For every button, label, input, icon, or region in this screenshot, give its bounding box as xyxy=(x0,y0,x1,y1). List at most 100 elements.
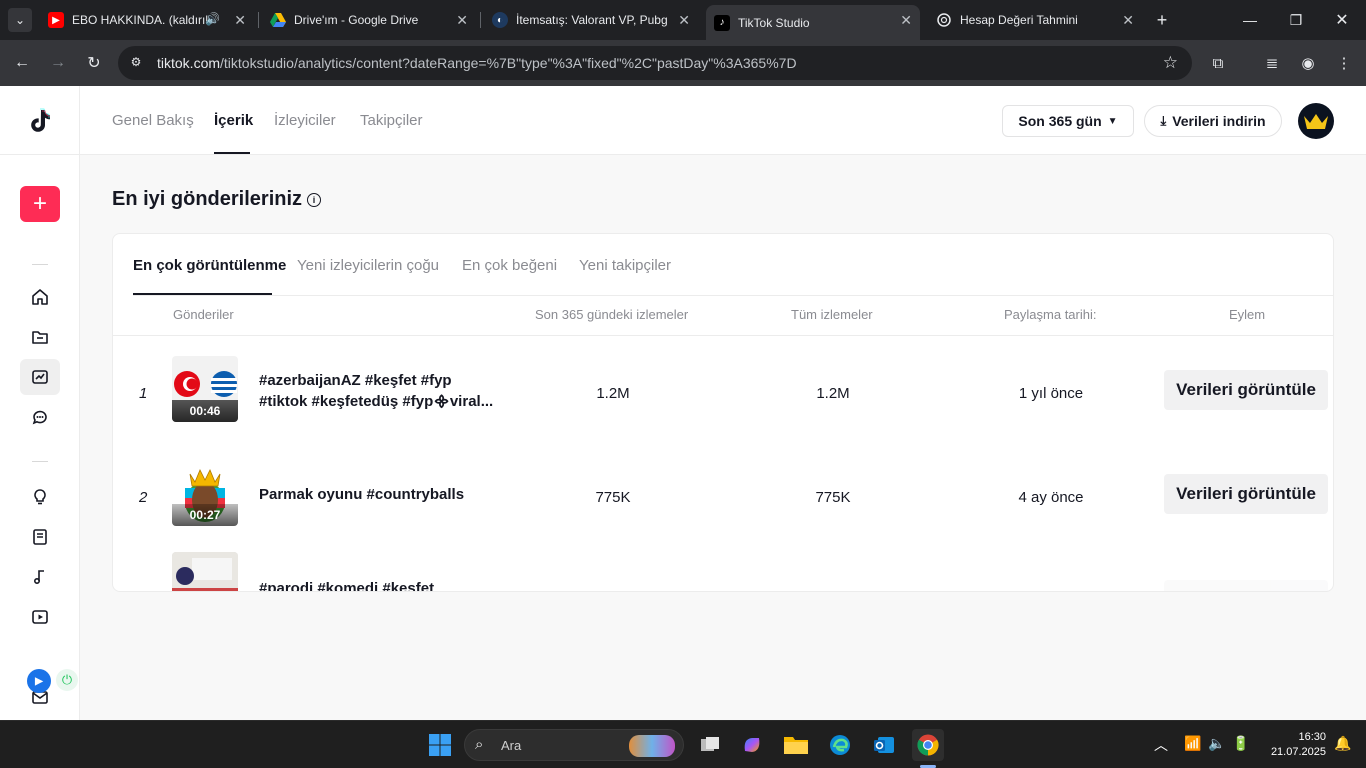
comments-icon[interactable] xyxy=(20,399,60,435)
browser-tab-bar: ⌄ ▶ EBO HAKKINDA. (kaldırıl 🔊 ✕ Drive'ım… xyxy=(0,0,1366,40)
post-title[interactable]: Parmak oyunu #countryballs xyxy=(259,484,499,505)
tiktok-studio-app: + Genel Bakış İçerik İzleyiciler Takipçi… xyxy=(0,86,1366,720)
post-thumbnail[interactable]: 00:27 xyxy=(172,460,238,526)
top-posts-card: En çok görüntülenme Yeni izleyicilerin ç… xyxy=(112,233,1334,592)
page-header: Genel Bakış İçerik İzleyiciler Takipçile… xyxy=(80,86,1366,155)
shared-date-value: 1 yıl önce xyxy=(1018,385,1084,402)
view-data-button[interactable]: Verileri görüntüle xyxy=(1164,474,1328,514)
analytics-icon[interactable] xyxy=(20,359,60,395)
browser-tab-google-drive[interactable]: Drive'ım - Google Drive ✕ xyxy=(262,5,476,35)
close-tab-icon[interactable]: ✕ xyxy=(234,12,246,29)
notification-icon[interactable]: 🔔 xyxy=(1334,735,1351,752)
browser-tab-youtube[interactable]: ▶ EBO HAKKINDA. (kaldırıl 🔊 ✕ xyxy=(40,5,254,35)
home-icon[interactable] xyxy=(20,279,60,315)
task-view-icon[interactable] xyxy=(694,729,726,761)
views-365-value: 775K xyxy=(595,489,631,506)
column-header-posts: Gönderiler xyxy=(173,307,234,322)
tab-most-likes[interactable]: En çok beğeni xyxy=(462,257,557,274)
video-play-icon[interactable] xyxy=(20,599,60,635)
close-window-button[interactable]: ✕ xyxy=(1330,8,1354,32)
browser-toolbar: ← → ↻ ⚙ tiktok.com/tiktokstudio/analytic… xyxy=(0,40,1366,86)
address-bar[interactable]: ⚙ tiktok.com/tiktokstudio/analytics/cont… xyxy=(118,46,1192,80)
minimize-button[interactable]: — xyxy=(1238,8,1262,32)
rank-number: 2 xyxy=(139,489,148,506)
battery-icon[interactable]: 🔋 xyxy=(1232,735,1249,752)
close-tab-icon[interactable]: ✕ xyxy=(678,12,690,29)
tab-viewers[interactable]: İzleyiciler xyxy=(274,112,336,129)
outlook-icon[interactable] xyxy=(868,729,900,761)
sidebar: + xyxy=(0,86,80,720)
site-info-icon[interactable]: ⚙ xyxy=(128,55,144,71)
download-label: Verileri indirin xyxy=(1172,113,1266,129)
browser-tab-itemsatis[interactable]: ◐ İtemsatış: Valorant VP, Pubg ✕ xyxy=(484,5,698,35)
power-icon[interactable]: ⏻ xyxy=(56,669,78,691)
avatar[interactable] xyxy=(1298,103,1334,139)
file-explorer-icon[interactable] xyxy=(780,729,812,761)
shared-date-value: 4 ay önce xyxy=(1018,489,1084,506)
tab-followers[interactable]: Takipçiler xyxy=(360,112,423,129)
windows-start-icon[interactable] xyxy=(424,729,456,761)
info-icon[interactable]: i xyxy=(307,193,321,207)
views-all-value: 775K xyxy=(815,489,851,506)
url-text[interactable]: tiktok.com/tiktokstudio/analytics/conten… xyxy=(157,55,797,71)
views-all-value: 1.2M xyxy=(816,385,850,402)
maximize-button[interactable]: ❐ xyxy=(1284,8,1308,32)
taskbar-search-input[interactable]: ⌕ Ara xyxy=(464,729,684,761)
table-row: #parodi #komedi #keşfet Verileri görüntü… xyxy=(113,536,1333,591)
close-tab-icon[interactable]: ✕ xyxy=(456,12,468,29)
active-tab-indicator xyxy=(214,152,250,154)
tab-most-new-viewers[interactable]: Yeni izleyicilerin çoğu xyxy=(297,257,439,274)
media-controls-icon[interactable]: ≣ xyxy=(1260,51,1284,75)
browser-tab-tiktok-studio[interactable]: ♪ TikTok Studio ✕ xyxy=(706,5,920,40)
upload-button[interactable]: + xyxy=(20,186,60,222)
date-range-label: Son 365 gün xyxy=(1018,113,1102,129)
tab-new-followers[interactable]: Yeni takipçiler xyxy=(579,257,671,274)
tab-search-button[interactable]: ⌄ xyxy=(8,8,32,32)
wifi-icon[interactable]: 📶 xyxy=(1184,735,1201,752)
post-thumbnail[interactable]: 00:46 xyxy=(172,356,238,422)
inspiration-bulb-icon[interactable] xyxy=(20,479,60,515)
post-title[interactable]: #azerbaijanAZ #keşfet #fyp #tiktok #keşf… xyxy=(259,370,499,412)
chrome-icon[interactable] xyxy=(912,729,944,761)
search-icon: ⌕ xyxy=(475,736,484,753)
reload-button[interactable]: ↻ xyxy=(82,51,106,75)
post-thumbnail[interactable] xyxy=(172,552,238,591)
tab-most-views[interactable]: En çok görüntülenme xyxy=(133,257,286,274)
posts-folder-icon[interactable] xyxy=(20,319,60,355)
copilot-icon[interactable] xyxy=(736,729,768,761)
download-data-button[interactable]: ⤓ Verileri indirin xyxy=(1144,105,1282,137)
menu-kebab-icon[interactable]: ⋮ xyxy=(1332,51,1356,75)
edge-icon[interactable] xyxy=(824,729,856,761)
chevron-down-icon: ▼ xyxy=(1107,115,1118,127)
volume-icon[interactable]: 🔈 xyxy=(1208,735,1225,752)
post-title[interactable]: #parodi #komedi #keşfet xyxy=(259,578,499,591)
system-clock[interactable]: 16:30 21.07.2025 xyxy=(1262,730,1326,760)
music-note-icon[interactable] xyxy=(20,559,60,595)
close-tab-icon[interactable]: ✕ xyxy=(1122,12,1134,29)
browser-tab-chatgpt[interactable]: Hesap Değeri Tahmini ✕ xyxy=(928,5,1142,35)
download-icon: ⤓ xyxy=(1160,113,1167,128)
extension-badge-icon[interactable]: ▶ xyxy=(27,669,51,693)
close-tab-icon[interactable]: ✕ xyxy=(900,12,912,29)
tab-content[interactable]: İçerik xyxy=(214,112,253,129)
date-range-dropdown[interactable]: Son 365 gün ▼ xyxy=(1002,105,1134,137)
tiktok-icon: ♪ xyxy=(714,14,730,31)
bookmark-star-icon[interactable]: ☆ xyxy=(1163,53,1178,73)
column-header-views-all: Tüm izlemeler xyxy=(791,307,873,322)
extensions-icon[interactable]: ⧉ xyxy=(1206,51,1230,75)
views-365-value: 1.2M xyxy=(596,385,630,402)
tab-overview[interactable]: Genel Bakış xyxy=(112,112,194,129)
academy-book-icon[interactable] xyxy=(20,519,60,555)
tiktok-logo-icon[interactable] xyxy=(26,106,54,134)
back-button[interactable]: ← xyxy=(10,51,34,75)
search-highlight-art xyxy=(629,735,675,757)
chevron-up-icon[interactable]: ︿ xyxy=(1154,735,1168,755)
speaker-icon[interactable]: 🔊 xyxy=(205,12,220,26)
view-data-button[interactable]: Verileri görüntüle xyxy=(1164,370,1328,410)
windows-taskbar: ⌕ Ara ︿ 📶 🔈 🔋 16:30 21.07.2025 🔔 xyxy=(0,720,1366,768)
itemsatis-icon: ◐ xyxy=(492,12,508,28)
forward-button[interactable]: → xyxy=(46,51,70,75)
view-data-button[interactable]: Verileri görüntüle xyxy=(1164,580,1328,591)
new-tab-button[interactable]: + xyxy=(1150,8,1174,32)
profile-icon[interactable]: ◉ xyxy=(1296,51,1320,75)
